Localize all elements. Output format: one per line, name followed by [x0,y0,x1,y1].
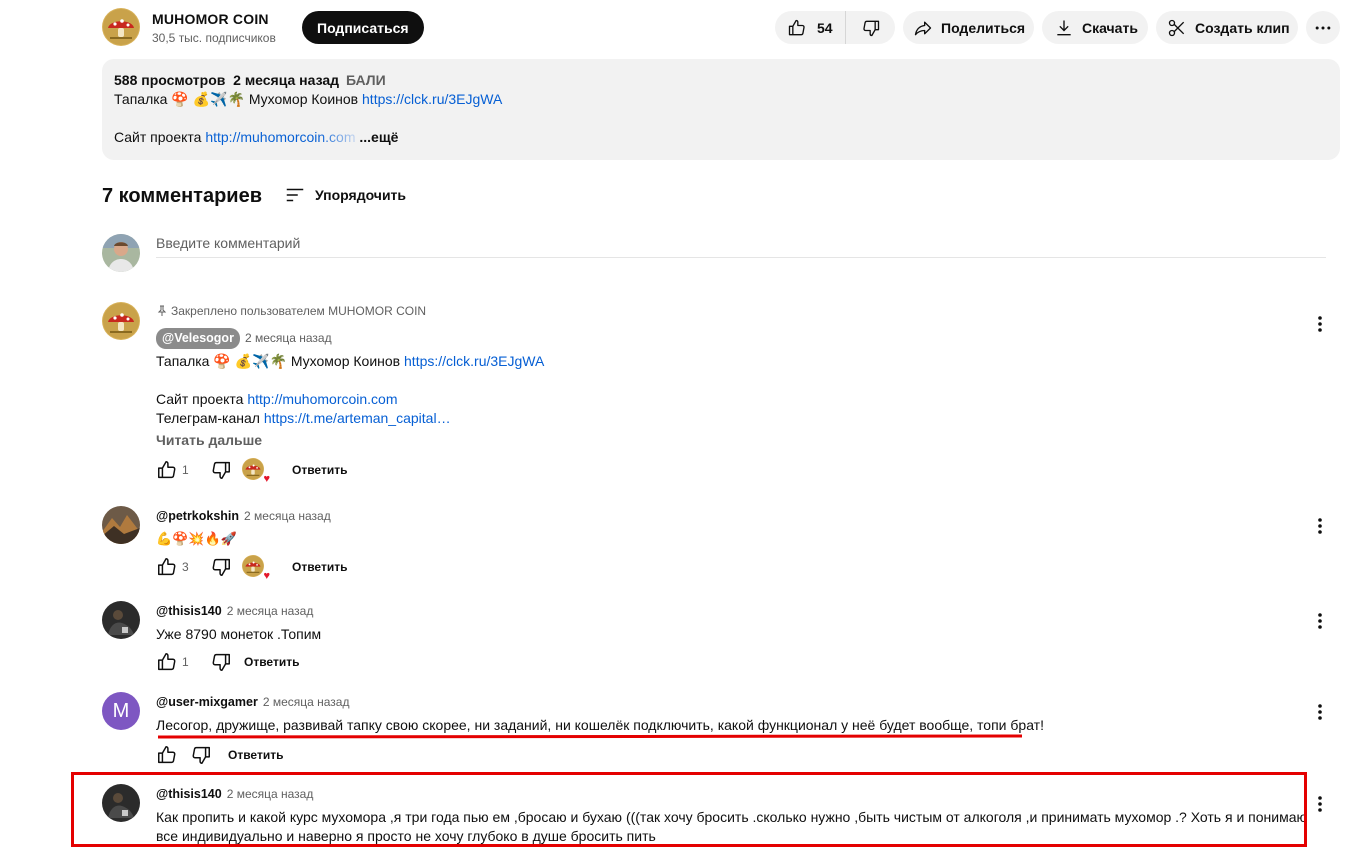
sort-icon [286,188,304,202]
description-meta: 588 просмотров 2 месяца назад БАЛИ [114,71,1328,90]
more-vertical-icon [1318,796,1322,812]
thumb-up-icon [788,19,805,35]
comment-time[interactable]: 2 месяца назад [263,693,350,712]
avatar-letter: M [112,699,130,722]
comment-like-icon[interactable] [156,651,178,673]
comment-dislike-icon[interactable] [190,744,212,766]
red-box-annotation [71,772,1307,847]
more-vertical-icon [1318,704,1322,720]
comment-link-site[interactable]: http://muhomorcoin.com [247,391,397,407]
comment-author[interactable]: @Velesogor [156,327,240,349]
comment-dislike-icon[interactable] [210,459,232,481]
red-underline-annotation [157,733,1023,739]
creator-heart: ♥ [242,458,270,485]
comment-dislike-icon[interactable] [210,556,232,578]
download-button[interactable]: Скачать [1042,11,1148,44]
like-button[interactable]: 54 [775,11,846,44]
comment-text: 💪🍄💥🔥🚀 [156,532,237,547]
description-link-site[interactable]: http://muhomorcoin.com [205,129,355,145]
comment-menu-button[interactable] [1312,792,1328,816]
share-button[interactable]: Поделиться [903,11,1034,44]
create-clip-label: Создать клип [1195,19,1290,36]
comments-count: 7 комментариев [102,185,263,207]
more-vertical-icon [1318,518,1322,534]
comment-text: Тапалка 🍄 💰✈️🌴 Мухомор Коинов https://cl… [156,353,545,426]
comment-time[interactable]: 2 месяца назад [244,507,331,526]
comment-dislike-icon[interactable] [210,651,232,673]
heart-icon: ♥ [263,570,270,582]
pin-icon [157,305,167,316]
comment-author[interactable]: @thisis140 [156,602,222,621]
channel-avatar[interactable] [102,8,140,46]
description-line-1: Тапалка 🍄 💰✈️🌴 Мухомор Коинов https://cl… [114,91,503,107]
more-vertical-icon [1318,613,1322,629]
thumb-down-icon [862,20,879,36]
more-vertical-icon [1318,316,1322,332]
reply-button[interactable]: Ответить [228,746,283,765]
comment-like-count: 1 [182,462,189,477]
comment-like-icon[interactable] [156,459,178,481]
heart-icon: ♥ [263,473,270,485]
comment-like-count: 1 [182,654,189,669]
scissors-icon [1168,19,1185,36]
pinned-label: Закреплено пользователем MUHOMOR COIN [156,302,1306,320]
more-actions-button[interactable] [1306,11,1340,44]
comment-time[interactable]: 2 месяца назад [227,602,314,621]
share-label: Поделиться [941,19,1026,36]
share-icon [914,21,932,35]
comment-link-clck[interactable]: https://clck.ru/3EJgWA [404,353,544,369]
description-line-2: Сайт проекта http://muhomorcoin.com ...е… [114,129,399,145]
read-more-link[interactable]: Читать дальше [156,431,1306,450]
channel-bar: MUHOMOR COIN 30,5 тыс. подписчиков Подпи… [102,8,1342,48]
comment-author[interactable]: @user-mixgamer [156,693,258,712]
download-icon [1057,20,1071,35]
subscribe-button[interactable]: Подписаться [302,11,424,44]
comment-avatar[interactable]: M [102,692,140,730]
location-tag[interactable]: БАЛИ [346,72,386,88]
comment-menu-button[interactable] [1312,514,1328,538]
upload-date: 2 месяца назад [233,72,340,88]
like-dislike-group: 54 [775,11,895,44]
comment-like-icon[interactable] [156,556,178,578]
comment-input[interactable] [156,232,1326,258]
comment-menu-button[interactable] [1312,700,1328,724]
comment-author[interactable]: @petrkokshin [156,507,239,526]
comment-like-icon[interactable] [156,744,178,766]
more-horizontal-icon [1315,26,1331,29]
comment-link-telegram[interactable]: https://t.me/arteman_capital… [264,410,451,426]
comment-menu-button[interactable] [1312,312,1328,336]
sort-button[interactable]: Упорядочить [284,184,406,206]
comment-like-count: 3 [182,559,189,574]
dislike-button[interactable] [846,18,895,38]
like-count: 54 [817,19,833,36]
video-description[interactable]: 588 просмотров 2 месяца назад БАЛИ Тапал… [102,59,1340,160]
create-clip-button[interactable]: Создать клип [1156,11,1298,44]
comment-avatar[interactable] [102,601,140,639]
subscriber-count: 30,5 тыс. подписчиков [152,31,276,45]
reply-button[interactable]: Ответить [292,558,347,577]
show-more-link[interactable]: ...ещё [359,129,398,145]
comment-time[interactable]: 2 месяца назад [245,329,332,348]
comment-text: Уже 8790 монеток .Топим [156,626,322,642]
current-user-avatar [102,234,140,272]
channel-name[interactable]: MUHOMOR COIN [152,11,269,27]
reply-button[interactable]: Ответить [292,461,347,480]
reply-button[interactable]: Ответить [244,653,299,672]
comment-avatar[interactable] [102,302,140,340]
sort-label: Упорядочить [315,187,407,203]
download-label: Скачать [1082,19,1138,36]
creator-heart: ♥ [242,555,270,582]
view-count: 588 просмотров [114,72,226,88]
comment-menu-button[interactable] [1312,609,1328,633]
comment-avatar[interactable] [102,506,140,544]
description-link-clck[interactable]: https://clck.ru/3EJgWA [362,91,502,107]
